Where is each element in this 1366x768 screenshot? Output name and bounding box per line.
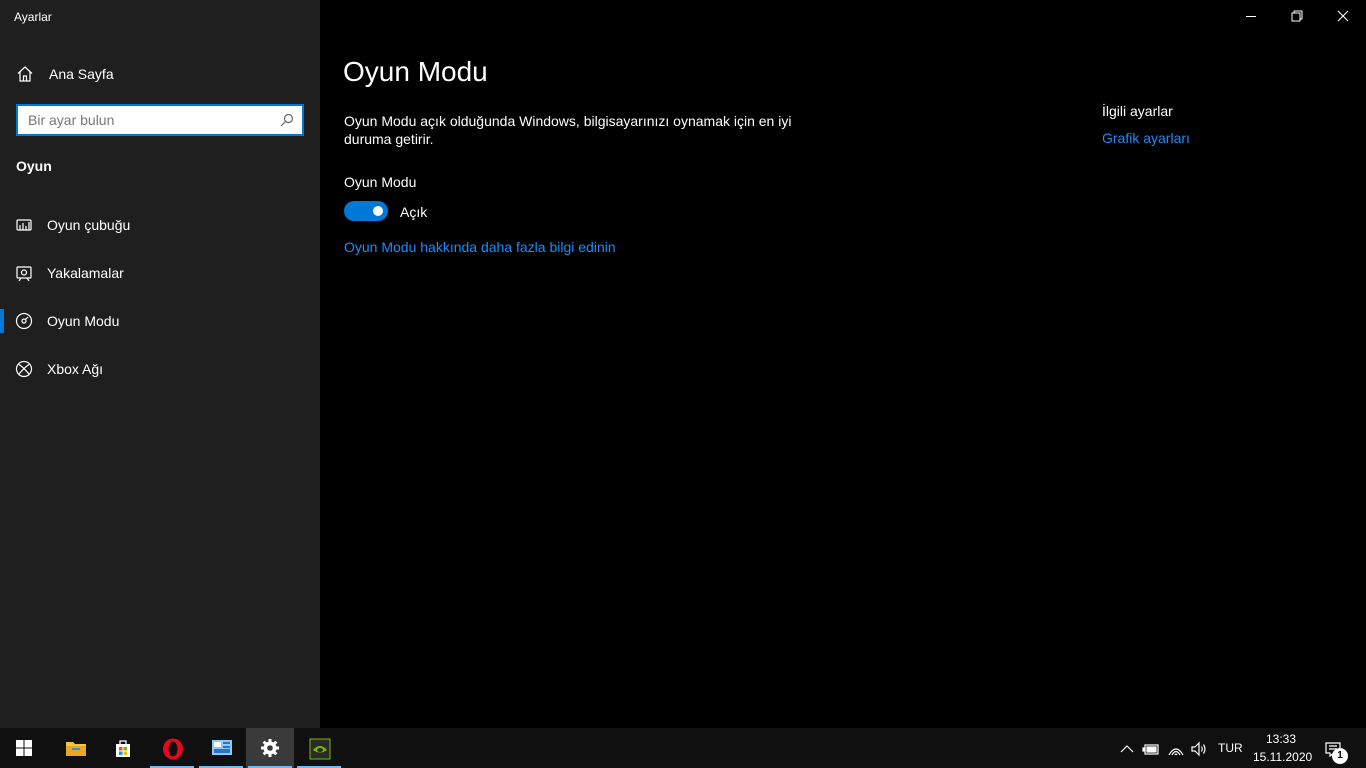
sidebar-item-label: Oyun çubuğu (47, 217, 131, 233)
captures-icon (16, 266, 32, 282)
sidebar-item-label: Oyun Modu (47, 313, 120, 329)
learn-more-link[interactable]: Oyun Modu hakkında daha fazla bilgi edin… (344, 239, 616, 255)
taskbar: TUR 13:33 15.11.2020 1 (0, 728, 1366, 768)
clock-date[interactable]: 15.11.2020 (1253, 750, 1312, 764)
sidebar-item-game-bar[interactable]: Oyun çubuğu (0, 205, 320, 245)
sidebar: Ayarlar Ana Sayfa Oyun Oyun çubuğu Yakal… (0, 0, 320, 728)
page-description: Oyun Modu açık olduğunda Windows, bilgis… (344, 113, 792, 147)
close-button[interactable] (1320, 0, 1366, 32)
home-icon (17, 66, 33, 82)
graphics-settings-link[interactable]: Grafik ayarları (1102, 130, 1190, 146)
start-button[interactable] (0, 728, 48, 768)
search-box[interactable] (16, 104, 304, 136)
wifi-icon[interactable] (1167, 740, 1185, 758)
home-label: Ana Sayfa (49, 66, 114, 82)
section-title: Oyun (16, 158, 52, 174)
toggle-label: Oyun Modu (344, 174, 417, 190)
opera-icon (163, 738, 183, 760)
sidebar-item-label: Yakalamalar (47, 265, 124, 281)
toggle-knob (373, 206, 383, 216)
start-icon (16, 740, 32, 756)
sidebar-item-label: Xbox Ağı (47, 361, 104, 377)
volume-icon[interactable] (1190, 740, 1208, 758)
taskbar-control-panel[interactable] (197, 728, 245, 768)
nvidia-icon (309, 738, 331, 760)
store-icon (116, 740, 130, 757)
page-title: Oyun Modu (343, 56, 488, 87)
xbox-icon (15, 360, 33, 378)
search-input[interactable] (28, 112, 278, 128)
game-mode-toggle[interactable] (344, 201, 388, 221)
control-panel-icon (212, 740, 232, 755)
taskbar-nvidia[interactable] (295, 728, 343, 768)
search-icon[interactable] (280, 113, 294, 127)
taskbar-settings[interactable] (246, 728, 294, 768)
clock-time[interactable]: 13:33 (1266, 732, 1296, 746)
restore-button[interactable] (1274, 0, 1320, 32)
notification-count-badge: 1 (1332, 748, 1348, 764)
game-mode-icon (15, 312, 33, 330)
sidebar-item-game-mode[interactable]: Oyun Modu (0, 301, 320, 341)
battery-icon[interactable] (1142, 740, 1160, 758)
restore-icon (1291, 10, 1303, 22)
file-explorer-icon (66, 742, 86, 756)
sidebar-item-captures[interactable]: Yakalamalar (0, 253, 320, 293)
taskbar-file-explorer[interactable] (51, 728, 99, 768)
sidebar-item-xbox-network[interactable]: Xbox Ağı (0, 349, 320, 389)
taskbar-store[interactable] (99, 728, 147, 768)
taskbar-opera[interactable] (148, 728, 196, 768)
home-nav-item[interactable]: Ana Sayfa (0, 56, 320, 90)
settings-icon (261, 739, 279, 757)
related-settings-title: İlgili ayarlar (1102, 103, 1173, 119)
minimize-icon (1246, 16, 1256, 17)
window-title: Ayarlar (14, 10, 52, 24)
main-content: Oyun Modu Oyun Modu açık olduğunda Windo… (320, 0, 1366, 728)
toggle-state-label: Açık (400, 204, 428, 220)
minimize-button[interactable] (1228, 0, 1274, 32)
show-hidden-icons-chevron-icon[interactable] (1118, 740, 1136, 758)
language-indicator[interactable]: TUR (1218, 741, 1243, 755)
game-bar-icon (16, 219, 32, 231)
close-icon (1337, 10, 1349, 22)
